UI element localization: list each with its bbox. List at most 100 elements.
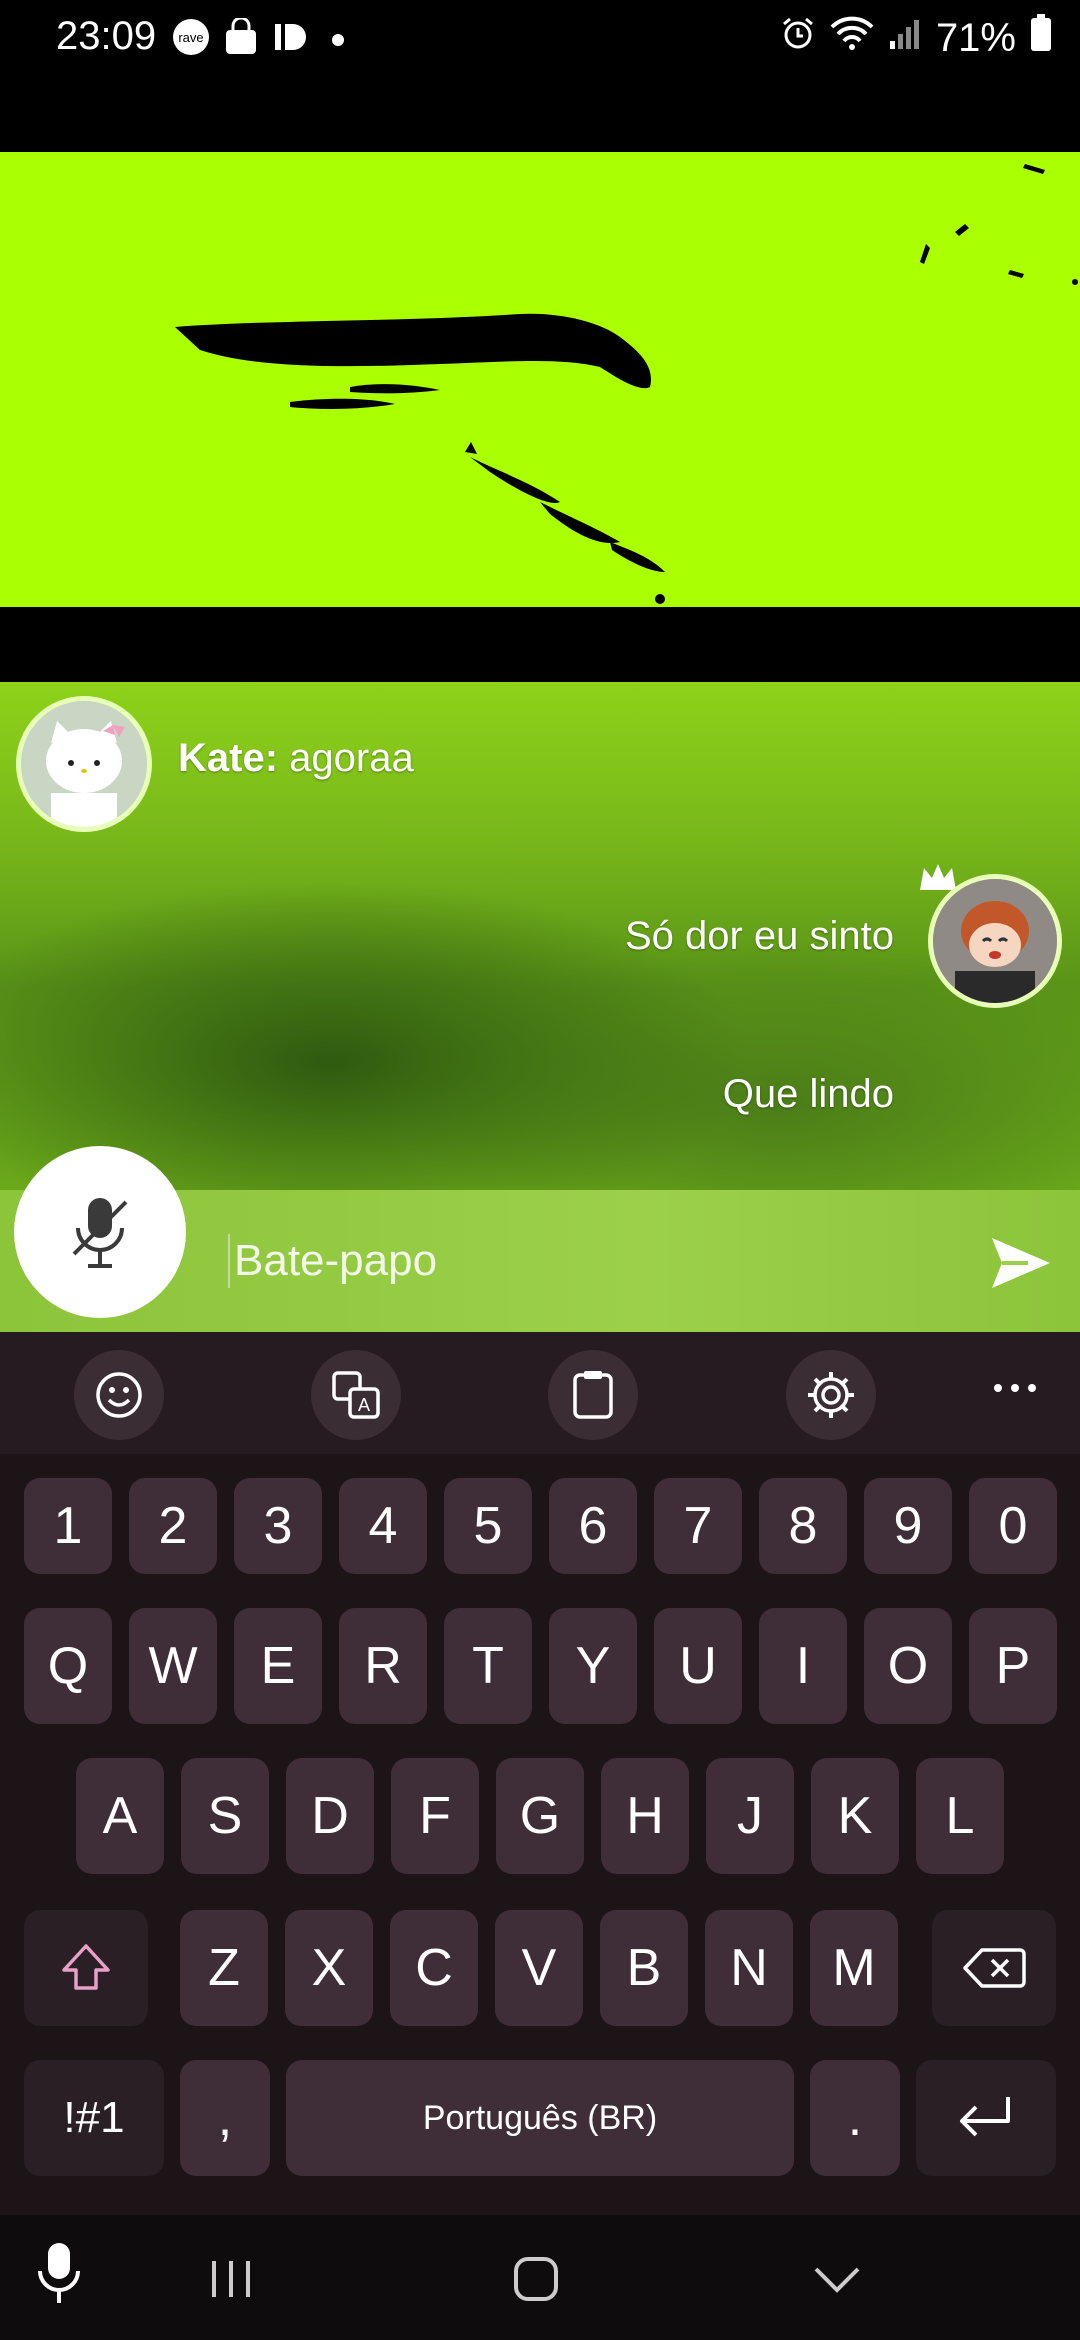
symbols-key[interactable]: !#1: [24, 2060, 164, 2176]
video-frame: [175, 164, 1078, 604]
video-letterbox-top: [0, 80, 1080, 152]
mic-off-icon: [72, 1198, 128, 1268]
backspace-key[interactable]: [932, 1910, 1056, 2026]
battery-text: 71%: [935, 15, 1016, 60]
key-7[interactable]: 7: [654, 1478, 742, 1574]
status-bar: 23:09 rave 71%: [0, 0, 1080, 80]
anime-avatar-image: [933, 879, 1057, 1003]
keyboard: A 1234567890QWERTYUIOPASDFGHJKLZXCVBNM !…: [0, 1332, 1080, 2215]
recent-apps-button[interactable]: [208, 2259, 254, 2304]
shift-icon: [62, 1944, 110, 1990]
key-h[interactable]: H: [601, 1758, 689, 1874]
space-key[interactable]: Português (BR): [286, 2060, 794, 2176]
send-button[interactable]: [988, 1230, 1054, 1296]
status-right-icons: 71%: [780, 14, 1052, 62]
key-f[interactable]: F: [391, 1758, 479, 1874]
key-3[interactable]: 3: [234, 1478, 322, 1574]
emoji-icon: [96, 1372, 142, 1418]
message-kate: Kate: agoraa: [178, 736, 414, 781]
signal-icon: [888, 16, 922, 61]
voice-input-button[interactable]: [34, 2241, 84, 2312]
key-r[interactable]: R: [339, 1608, 427, 1724]
home-button[interactable]: [512, 2255, 560, 2308]
status-left-icons: rave: [172, 16, 344, 61]
key-0[interactable]: 0: [969, 1478, 1057, 1574]
hide-keyboard-button[interactable]: [812, 2265, 862, 2300]
kitty-avatar-image: [21, 701, 147, 827]
chat-input-placeholder: Bate-papo: [234, 1236, 438, 1285]
shopping-bag-icon: [224, 16, 258, 61]
enter-icon: [960, 2097, 1010, 2137]
more-icon: [994, 1384, 1036, 1392]
chevron-down-icon: [814, 2267, 860, 2293]
key-u[interactable]: U: [654, 1608, 742, 1724]
video-player[interactable]: [0, 152, 1080, 607]
key-d[interactable]: D: [286, 1758, 374, 1874]
key-b[interactable]: B: [600, 1910, 688, 2026]
key-t[interactable]: T: [444, 1608, 532, 1724]
keyboard-toolbar: A: [0, 1332, 1080, 1454]
key-z[interactable]: Z: [180, 1910, 268, 2026]
key-n[interactable]: N: [705, 1910, 793, 2026]
translate-icon: A: [332, 1371, 380, 1419]
key-1[interactable]: 1: [24, 1478, 112, 1574]
key-s[interactable]: S: [181, 1758, 269, 1874]
key-m[interactable]: M: [810, 1910, 898, 2026]
message-self-1: Só dor eu sinto: [624, 914, 894, 958]
chat-panel: Kate: agoraa Só dor eu sinto Que lindo: [0, 682, 1080, 1190]
send-icon: [992, 1238, 1050, 1288]
key-w[interactable]: W: [129, 1608, 217, 1724]
app-notification-icon: [272, 20, 306, 59]
settings-icon: [808, 1372, 854, 1418]
key-o[interactable]: O: [864, 1608, 952, 1724]
rave-icon: rave: [172, 18, 210, 61]
key-4[interactable]: 4: [339, 1478, 427, 1574]
enter-key[interactable]: [916, 2060, 1056, 2176]
emoji-button[interactable]: [74, 1350, 164, 1440]
message-text: agoraa: [289, 736, 414, 780]
message-author: Kate:: [178, 736, 279, 780]
key-j[interactable]: J: [706, 1758, 794, 1874]
key-y[interactable]: Y: [549, 1608, 637, 1724]
navigation-bar: [0, 2215, 1080, 2340]
key-v[interactable]: V: [495, 1910, 583, 2026]
key-k[interactable]: K: [811, 1758, 899, 1874]
alarm-icon: [780, 15, 816, 61]
period-key[interactable]: .: [810, 2060, 900, 2176]
keyboard-settings-button[interactable]: [786, 1350, 876, 1440]
key-x[interactable]: X: [285, 1910, 373, 2026]
svg-text:A: A: [358, 1395, 370, 1415]
status-time: 23:09: [56, 14, 157, 58]
key-6[interactable]: 6: [549, 1478, 637, 1574]
message-self-2: Que lindo: [722, 1072, 894, 1116]
chat-input[interactable]: Bate-papo: [228, 1226, 928, 1296]
avatar-kate[interactable]: [16, 696, 152, 832]
key-i[interactable]: I: [759, 1608, 847, 1724]
key-e[interactable]: E: [234, 1608, 322, 1724]
clipboard-button[interactable]: [548, 1350, 638, 1440]
svg-text:rave: rave: [178, 30, 203, 45]
comma-key[interactable]: ,: [180, 2060, 270, 2176]
key-g[interactable]: G: [496, 1758, 584, 1874]
key-9[interactable]: 9: [864, 1478, 952, 1574]
dot-icon: [332, 33, 344, 46]
translate-button[interactable]: A: [311, 1350, 401, 1440]
recents-icon: [212, 2261, 250, 2297]
mic-mute-button[interactable]: [14, 1146, 186, 1318]
key-p[interactable]: P: [969, 1608, 1057, 1724]
more-options-button[interactable]: [990, 1378, 1040, 1403]
key-q[interactable]: Q: [24, 1608, 112, 1724]
key-2[interactable]: 2: [129, 1478, 217, 1574]
key-c[interactable]: C: [390, 1910, 478, 2026]
key-5[interactable]: 5: [444, 1478, 532, 1574]
text-caret: [228, 1234, 230, 1288]
key-l[interactable]: L: [916, 1758, 1004, 1874]
battery-icon: [1030, 14, 1052, 62]
avatar-self[interactable]: [928, 874, 1062, 1008]
mic-icon: [38, 2243, 80, 2303]
video-letterbox-bottom: [0, 607, 1080, 682]
key-8[interactable]: 8: [759, 1478, 847, 1574]
chat-input-row: Bate-papo: [0, 1146, 1080, 1332]
shift-key[interactable]: [24, 1910, 148, 2026]
key-a[interactable]: A: [76, 1758, 164, 1874]
